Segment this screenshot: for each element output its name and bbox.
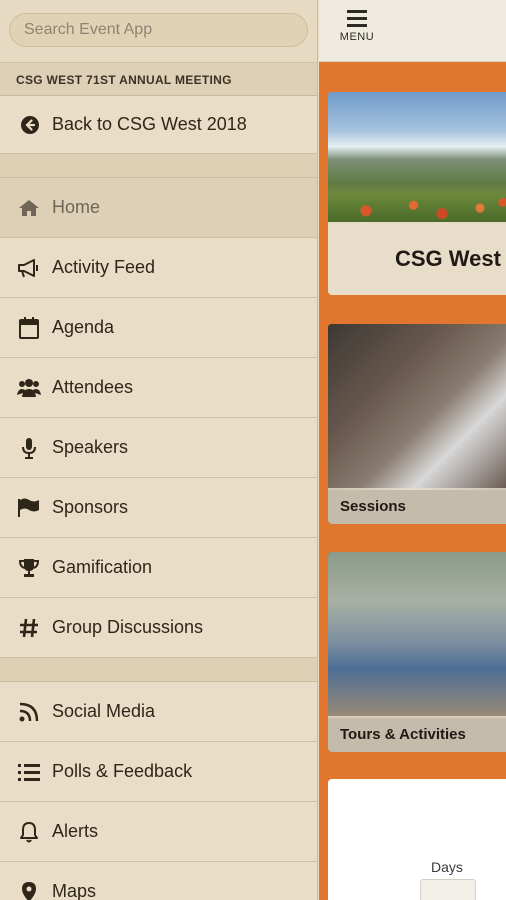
hero-image: [328, 92, 506, 222]
nav-item-gamification[interactable]: Gamification: [0, 538, 317, 598]
sessions-caption: Sessions: [328, 488, 506, 524]
search-input[interactable]: Search Event App: [9, 13, 308, 47]
bell-icon: [16, 820, 42, 844]
megaphone-icon: [16, 256, 42, 280]
countdown-days-label: Days: [431, 859, 463, 875]
nav-item-polls-feedback[interactable]: Polls & Feedback: [0, 742, 317, 802]
nav-item-speakers[interactable]: Speakers: [0, 418, 317, 478]
nav-item-maps[interactable]: Maps: [0, 862, 317, 900]
nav-item-alerts[interactable]: Alerts: [0, 802, 317, 862]
nav-item-agenda[interactable]: Agenda: [0, 298, 317, 358]
event-header: CSG WEST 71ST ANNUAL MEETING: [0, 62, 317, 96]
hero-title: CSG West: [395, 245, 501, 271]
nav-item-group-discussions[interactable]: Group Discussions: [0, 598, 317, 658]
calendar-icon: [16, 316, 42, 340]
tours-card[interactable]: Tours & Activities: [328, 552, 506, 752]
nav-label: Polls & Feedback: [52, 761, 193, 781]
section-divider: [0, 658, 317, 682]
list-icon: [16, 760, 42, 784]
search-placeholder: Search Event App: [24, 21, 153, 38]
home-icon: [16, 196, 42, 220]
top-bar: MENU: [319, 0, 506, 62]
hero-card[interactable]: CSG West: [328, 92, 506, 295]
nav-label: Sponsors: [52, 497, 129, 517]
nav-item-social-media[interactable]: Social Media: [0, 682, 317, 742]
map-pin-icon: [16, 880, 42, 900]
search-area: Search Event App: [0, 0, 317, 62]
nav-label: Agenda: [52, 317, 115, 337]
nav-item-activity-feed[interactable]: Activity Feed: [0, 238, 317, 298]
nav-label: Social Media: [52, 701, 156, 721]
menu-button[interactable]: MENU: [339, 10, 375, 43]
nav-label: Activity Feed: [52, 257, 156, 277]
rss-icon: [16, 700, 42, 724]
microphone-icon: [16, 436, 42, 460]
nav-item-attendees[interactable]: Attendees: [0, 358, 317, 418]
sidebar: Search Event App CSG WEST 71ST ANNUAL ME…: [0, 0, 318, 900]
countdown-card: Days: [328, 779, 506, 900]
trophy-icon: [16, 556, 42, 580]
hashtag-icon: [16, 616, 42, 640]
flag-icon: [16, 496, 42, 520]
nav-label: Home: [52, 197, 101, 217]
nav-label: Speakers: [52, 437, 129, 457]
nav-label: Alerts: [52, 821, 99, 841]
tours-caption: Tours & Activities: [328, 716, 506, 752]
nav-label: Maps: [52, 881, 97, 900]
nav-item-home[interactable]: Home: [0, 178, 317, 238]
menu-label: MENU: [339, 31, 375, 43]
nav-label: Gamification: [52, 557, 153, 577]
main-content: CSG West Sessions Tours & Activities Day…: [319, 62, 506, 900]
countdown-days-box: [420, 879, 476, 900]
tours-image: [328, 552, 506, 718]
sessions-card[interactable]: Sessions: [328, 324, 506, 524]
nav-label: Group Discussions: [52, 617, 204, 637]
section-divider: [0, 154, 317, 178]
hamburger-icon: [347, 10, 367, 31]
nav-label: Attendees: [52, 377, 134, 397]
sessions-image: [328, 324, 506, 490]
back-arrow-icon: [18, 115, 42, 135]
back-button[interactable]: Back to CSG West 2018: [0, 96, 317, 154]
back-label: Back to CSG West 2018: [52, 114, 247, 134]
nav-item-sponsors[interactable]: Sponsors: [0, 478, 317, 538]
people-icon: [16, 376, 42, 400]
